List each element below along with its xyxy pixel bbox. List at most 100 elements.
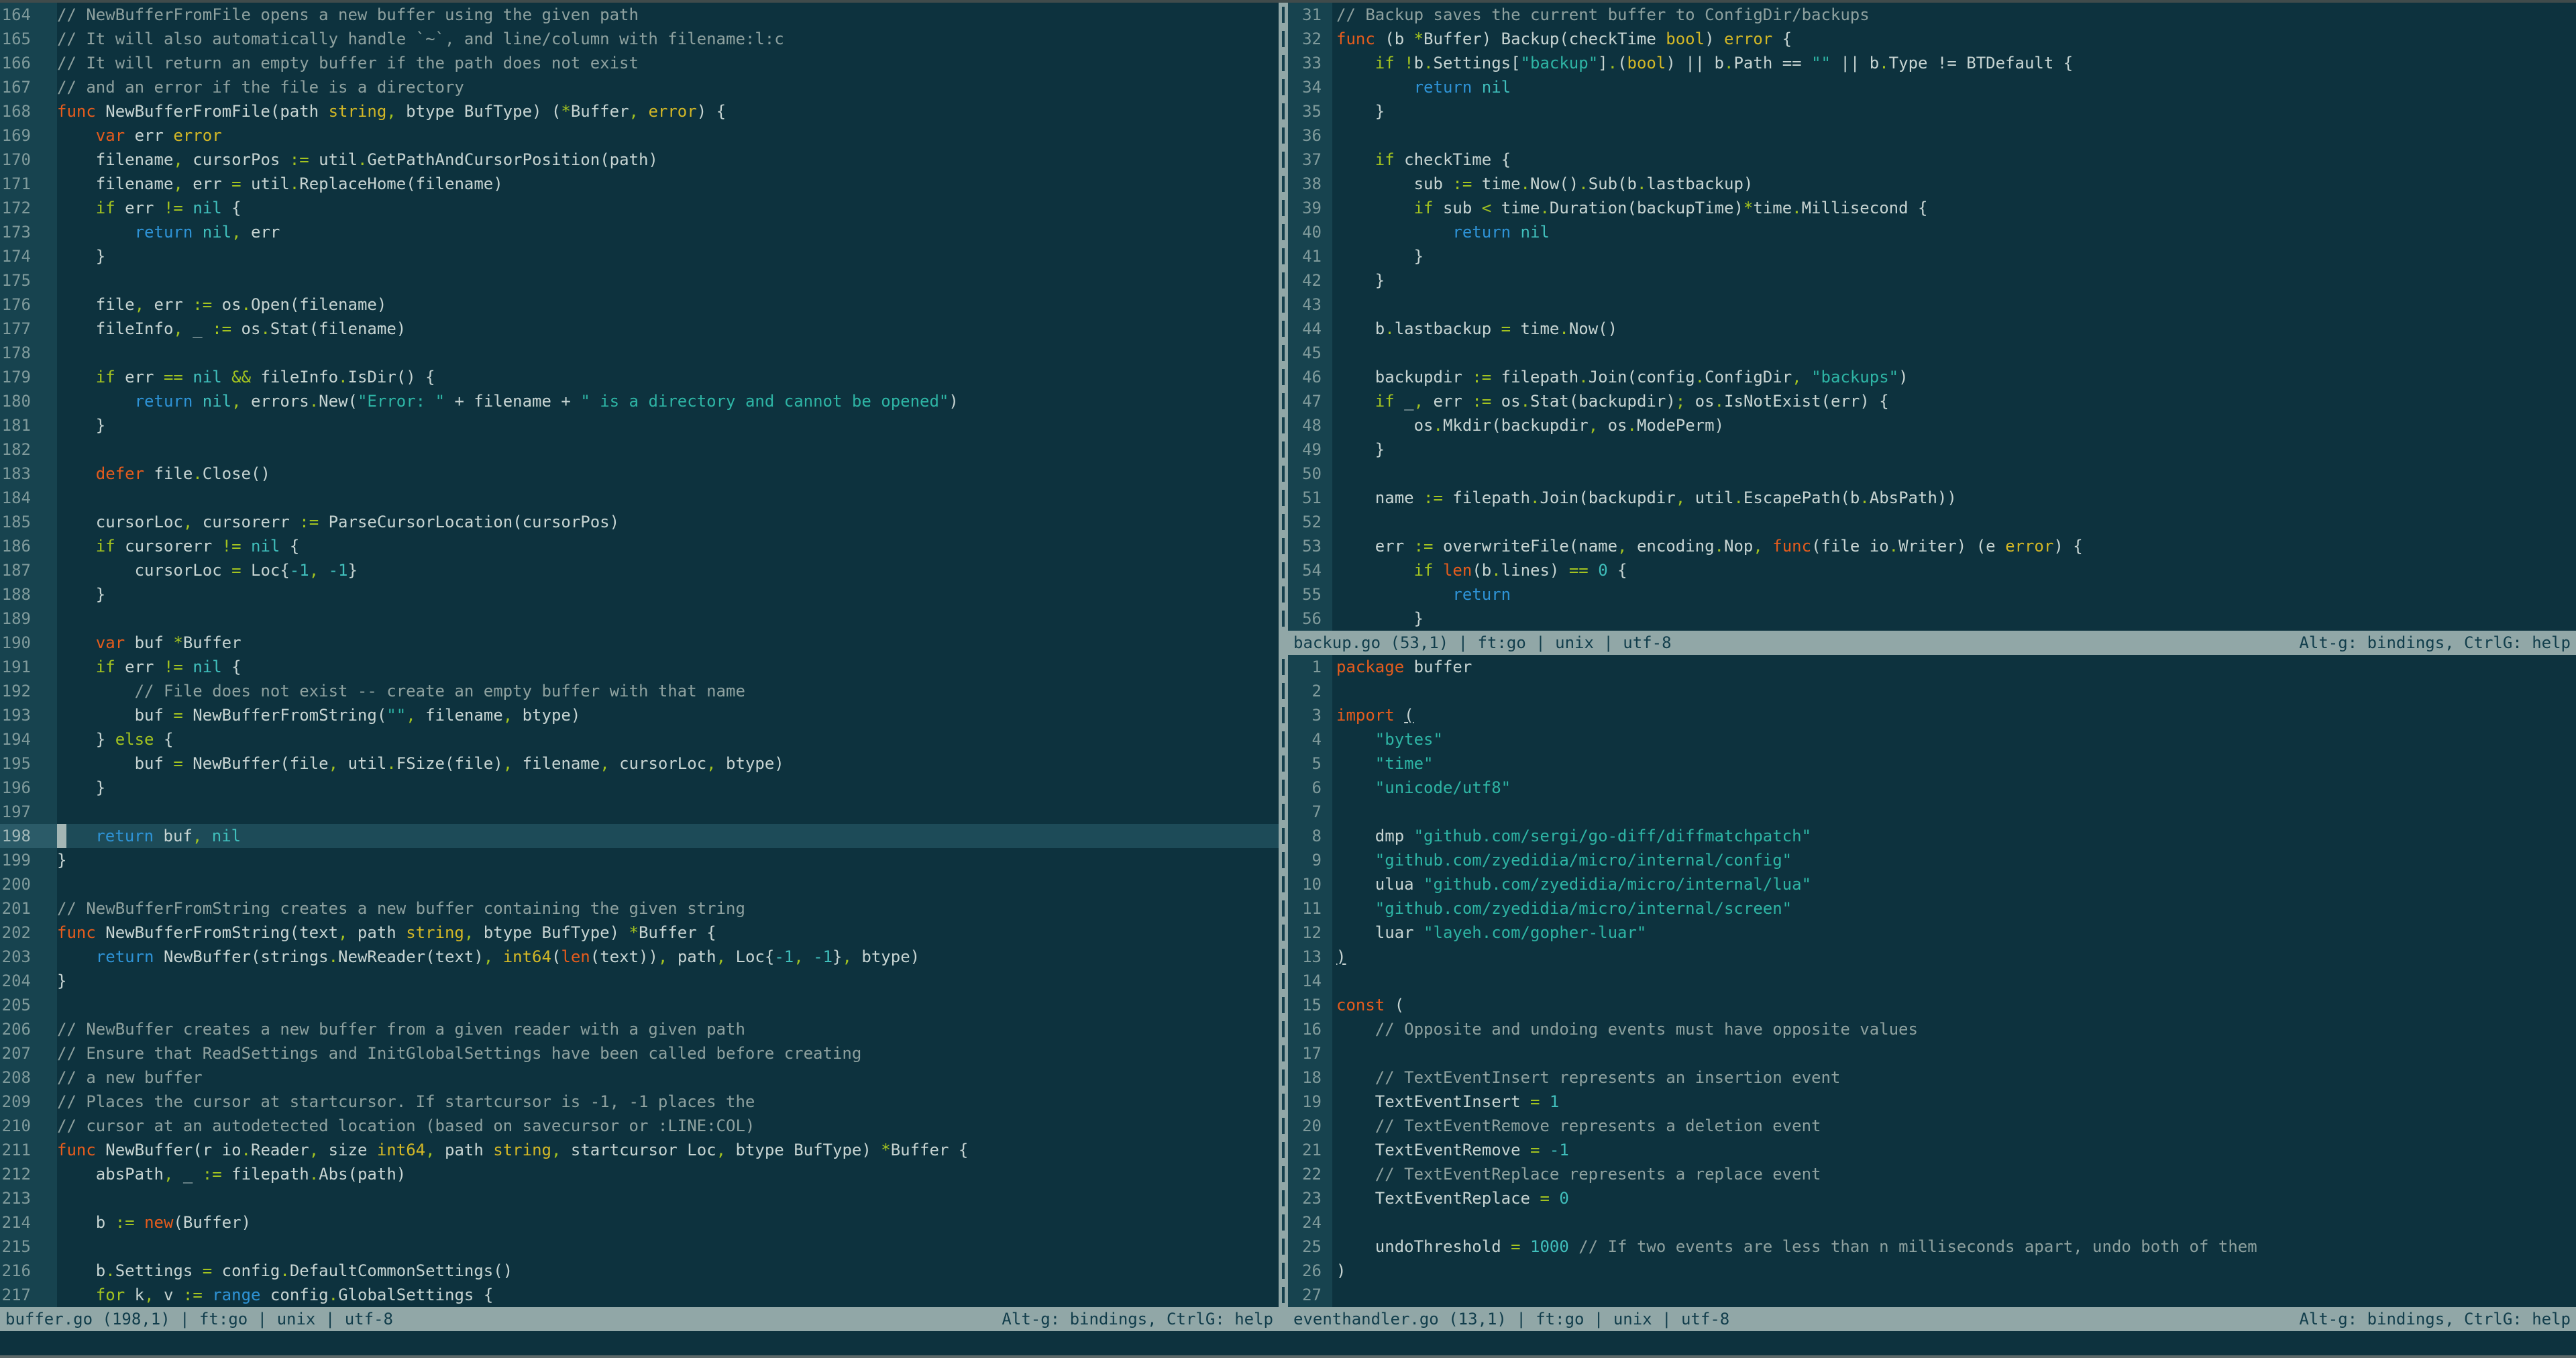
editor-pane-eventhandler-go[interactable]: 1 package buffer 2 3 import (4 "bytes" 5 "tim… xyxy=(1288,655,2576,1307)
code-line[interactable]: 45 xyxy=(1288,341,2576,365)
code-line[interactable]: 188 } xyxy=(0,582,1279,607)
code-line[interactable]: 56 } xyxy=(1288,607,2576,631)
code-line[interactable]: 37 if checkTime { xyxy=(1288,148,2576,172)
code-line[interactable]: 54 if len(b.lines) == 0 { xyxy=(1288,558,2576,582)
code-line[interactable]: 214 b := new(Buffer) xyxy=(0,1210,1279,1235)
code-line[interactable]: 12 luar "layeh.com/gopher-luar" xyxy=(1288,921,2576,945)
code-line[interactable]: 47 if _, err := os.Stat(backupdir); os.I… xyxy=(1288,389,2576,413)
code-line[interactable]: 7 xyxy=(1288,800,2576,824)
code-line[interactable]: 204} xyxy=(0,969,1279,993)
code-line[interactable]: 166// It will return an empty buffer if … xyxy=(0,51,1279,75)
code-line[interactable]: 32 func (b *Buffer) Backup(checkTime bool… xyxy=(1288,27,2576,51)
command-bar[interactable] xyxy=(0,1331,2576,1355)
code-line[interactable]: 11 "github.com/zyedidia/micro/internal/s… xyxy=(1288,896,2576,921)
code-line[interactable]: 199} xyxy=(0,848,1279,872)
code-line[interactable]: 35 } xyxy=(1288,99,2576,123)
code-line[interactable]: 190 var buf *Buffer xyxy=(0,631,1279,655)
code-line[interactable]: 31// Backup saves the current buffer to … xyxy=(1288,3,2576,27)
code-line[interactable]: 40 return nil xyxy=(1288,220,2576,244)
code-line[interactable]: 52 xyxy=(1288,510,2576,534)
code-line[interactable]: 23 TextEventReplace = 0 xyxy=(1288,1186,2576,1210)
code-line[interactable]: 46 backupdir := filepath.Join(config.Con… xyxy=(1288,365,2576,389)
code-line[interactable]: 194 } else { xyxy=(0,727,1279,751)
code-line[interactable]: 213 xyxy=(0,1186,1279,1210)
code-line[interactable]: 209// Places the cursor at startcursor. … xyxy=(0,1090,1279,1114)
code-line[interactable]: 191 if err != nil { xyxy=(0,655,1279,679)
code-line[interactable]: 211 func NewBuffer(r io.Reader, size int6… xyxy=(0,1138,1279,1162)
code-line[interactable]: 2 xyxy=(1288,679,2576,703)
code-line[interactable]: 207// Ensure that ReadSettings and InitG… xyxy=(0,1041,1279,1065)
code-line[interactable]: 48 os.Mkdir(backupdir, os.ModePerm) xyxy=(1288,413,2576,437)
code-line[interactable]: 49 } xyxy=(1288,437,2576,462)
code-line[interactable]: 24 xyxy=(1288,1210,2576,1235)
code-line[interactable]: 172 if err != nil { xyxy=(0,196,1279,220)
code-line[interactable]: 181 } xyxy=(0,413,1279,437)
code-line[interactable]: 169 var err error xyxy=(0,123,1279,148)
code-line[interactable]: 55 return xyxy=(1288,582,2576,607)
code-line[interactable]: 1 package buffer xyxy=(1288,655,2576,679)
code-line[interactable]: 19 TextEventInsert = 1 xyxy=(1288,1090,2576,1114)
code-line[interactable]: 178 xyxy=(0,341,1279,365)
vertical-split-divider[interactable] xyxy=(1279,3,1288,1331)
code-line[interactable]: 186 if cursorerr != nil { xyxy=(0,534,1279,558)
code-line[interactable]: 50 xyxy=(1288,462,2576,486)
editor-pane-backup-go[interactable]: 31// Backup saves the current buffer to … xyxy=(1288,3,2576,631)
code-line[interactable]: 179 if err == nil && fileInfo.IsDir() { xyxy=(0,365,1279,389)
code-line[interactable]: 203 return NewBuffer(strings.NewReader(t… xyxy=(0,945,1279,969)
code-line[interactable]: 180 return nil, errors.New("Error: " + f… xyxy=(0,389,1279,413)
code-line[interactable]: 4 "bytes" xyxy=(1288,727,2576,751)
code-line[interactable]: 206// NewBuffer creates a new buffer fro… xyxy=(0,1017,1279,1041)
code-line[interactable]: 16 // Opposite and undoing events must h… xyxy=(1288,1017,2576,1041)
code-line[interactable]: 192 // File does not exist -- create an … xyxy=(0,679,1279,703)
code-line[interactable]: 216 b.Settings = config.DefaultCommonSet… xyxy=(0,1259,1279,1283)
code-line[interactable]: 212 absPath, _ := filepath.Abs(path) xyxy=(0,1162,1279,1186)
code-line[interactable]: 53 err := overwriteFile(name, encoding.N… xyxy=(1288,534,2576,558)
code-line[interactable]: 27 xyxy=(1288,1283,2576,1307)
code-line[interactable]: 51 name := filepath.Join(backupdir, util… xyxy=(1288,486,2576,510)
code-line[interactable]: 22 // TextEventReplace represents a repl… xyxy=(1288,1162,2576,1186)
editor-pane-buffer-go[interactable]: 164// NewBufferFromFile opens a new buff… xyxy=(0,3,1279,1307)
code-line[interactable]: 43 xyxy=(1288,293,2576,317)
code-line[interactable]: 182 xyxy=(0,437,1279,462)
code-line[interactable]: 196 } xyxy=(0,776,1279,800)
code-line[interactable]: 171 filename, err = util.ReplaceHome(fil… xyxy=(0,172,1279,196)
code-line[interactable]: 217 for k, v := range config.GlobalSetti… xyxy=(0,1283,1279,1307)
code-line[interactable]: 168 func NewBufferFromFile(path string, b… xyxy=(0,99,1279,123)
code-line[interactable]: 167// and an error if the file is a dire… xyxy=(0,75,1279,99)
code-line[interactable]: 10 ulua "github.com/zyedidia/micro/inter… xyxy=(1288,872,2576,896)
code-line[interactable]: 164// NewBufferFromFile opens a new buff… xyxy=(0,3,1279,27)
code-line[interactable]: 5 "time" xyxy=(1288,751,2576,776)
code-line[interactable]: 36 xyxy=(1288,123,2576,148)
code-line[interactable]: 170 filename, cursorPos := util.GetPathA… xyxy=(0,148,1279,172)
code-line[interactable]: 173 return nil, err xyxy=(0,220,1279,244)
code-line[interactable]: 198 return buf, nil xyxy=(0,824,1279,848)
code-line[interactable]: 26) xyxy=(1288,1259,2576,1283)
code-line[interactable]: 17 xyxy=(1288,1041,2576,1065)
code-line[interactable]: 9 "github.com/zyedidia/micro/internal/co… xyxy=(1288,848,2576,872)
code-line[interactable]: 197 xyxy=(0,800,1279,824)
code-line[interactable]: 187 cursorLoc = Loc{-1, -1} xyxy=(0,558,1279,582)
code-line[interactable]: 215 xyxy=(0,1235,1279,1259)
code-line[interactable]: 185 cursorLoc, cursorerr := ParseCursorL… xyxy=(0,510,1279,534)
code-line[interactable]: 201// NewBufferFromString creates a new … xyxy=(0,896,1279,921)
code-line[interactable]: 195 buf = NewBuffer(file, util.FSize(fil… xyxy=(0,751,1279,776)
code-line[interactable]: 20 // TextEventRemove represents a delet… xyxy=(1288,1114,2576,1138)
code-line[interactable]: 44 b.lastbackup = time.Now() xyxy=(1288,317,2576,341)
code-line[interactable]: 34 return nil xyxy=(1288,75,2576,99)
code-line[interactable]: 205 xyxy=(0,993,1279,1017)
code-line[interactable]: 21 TextEventRemove = -1 xyxy=(1288,1138,2576,1162)
code-line[interactable]: 183 defer file.Close() xyxy=(0,462,1279,486)
code-line[interactable]: 177 fileInfo, _ := os.Stat(filename) xyxy=(0,317,1279,341)
code-line[interactable]: 193 buf = NewBufferFromString("", filena… xyxy=(0,703,1279,727)
code-line[interactable]: 15 const ( xyxy=(1288,993,2576,1017)
code-line[interactable]: 6 "unicode/utf8" xyxy=(1288,776,2576,800)
code-line[interactable]: 13) xyxy=(1288,945,2576,969)
code-line[interactable]: 18 // TextEventInsert represents an inse… xyxy=(1288,1065,2576,1090)
code-line[interactable]: 202 func NewBufferFromString(text, path s… xyxy=(0,921,1279,945)
code-line[interactable]: 25 undoThreshold = 1000 // If two events… xyxy=(1288,1235,2576,1259)
code-line[interactable]: 8 dmp "github.com/sergi/go-diff/diffmatc… xyxy=(1288,824,2576,848)
code-line[interactable]: 174 } xyxy=(0,244,1279,268)
code-line[interactable]: 189 xyxy=(0,607,1279,631)
code-line[interactable]: 208// a new buffer xyxy=(0,1065,1279,1090)
code-line[interactable]: 3 import ( xyxy=(1288,703,2576,727)
